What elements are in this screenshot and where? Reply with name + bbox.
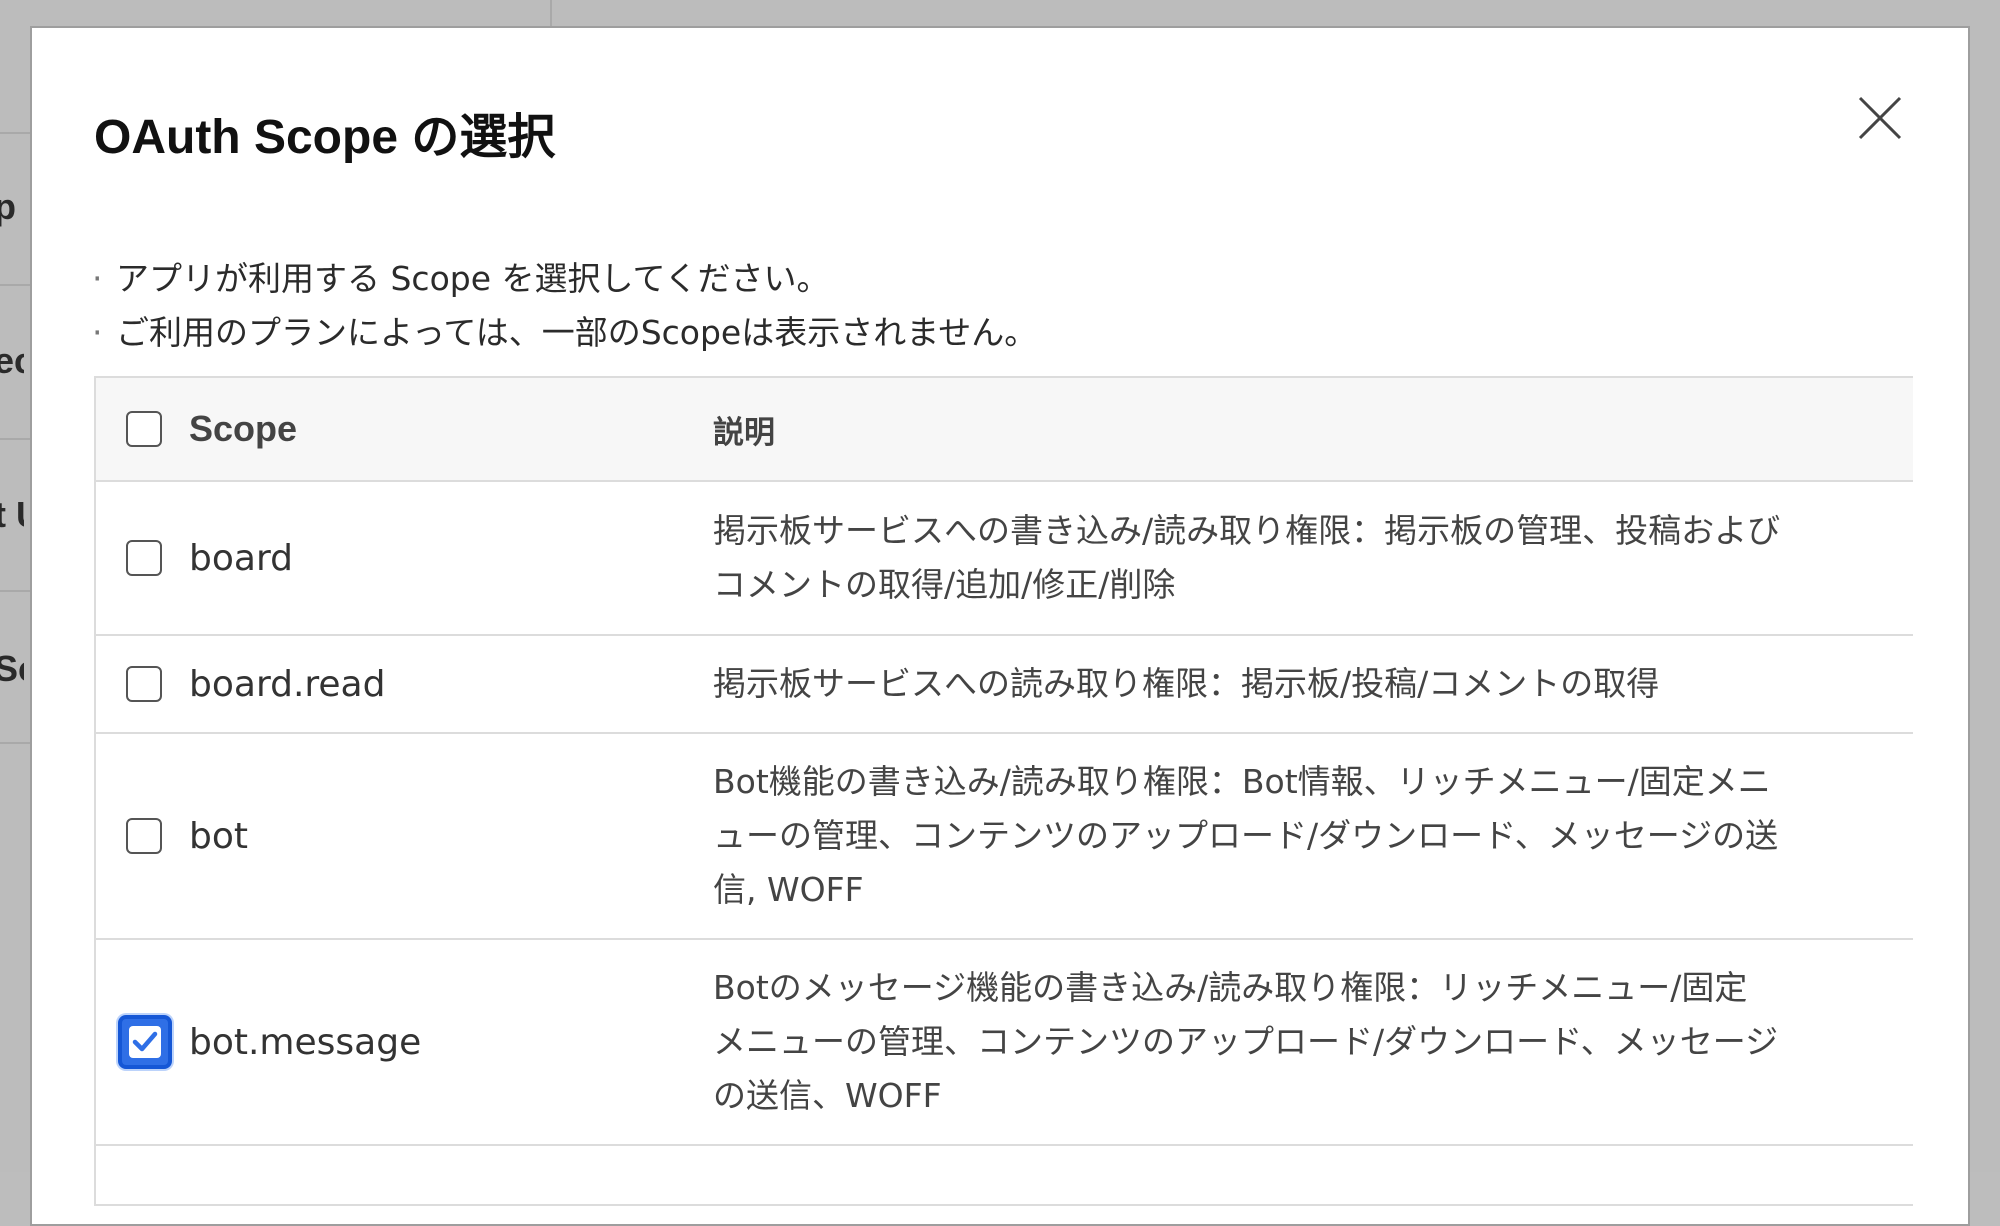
note-text: アプリが利用する Scope を選択してください。 bbox=[116, 259, 830, 298]
background-text-fragment: p bbox=[0, 186, 16, 227]
scope-description: 掲示板サービスへの読み取り権限：掲示板/投稿/コメントの取得 bbox=[713, 635, 1913, 734]
header-description: 説明 bbox=[713, 377, 1913, 482]
background-text-fragment: ec bbox=[0, 340, 24, 381]
note-item: · ご利用のプランによっては、一部のScopeは表示されません。 bbox=[92, 306, 1037, 360]
scope-cell: board.read bbox=[189, 635, 713, 734]
bullet-icon: · bbox=[92, 313, 103, 352]
scope-cell: bot bbox=[189, 733, 713, 940]
scope-table: Scope 説明 board 掲示板サービスへの書き込み/読み取り権限：掲示板の… bbox=[94, 376, 1913, 1206]
scope-name: bot bbox=[189, 815, 248, 857]
scope-cell: board bbox=[189, 481, 713, 636]
note-text: ご利用のプランによっては、一部のScopeは表示されません。 bbox=[116, 313, 1038, 352]
note-item: · アプリが利用する Scope を選択してください。 bbox=[92, 252, 1037, 306]
scope-name: bot.message bbox=[189, 1021, 422, 1063]
table-row: bot Bot機能の書き込み/読み取り権限：Bot情報、リッチメニュー/固定メニ… bbox=[95, 733, 1913, 940]
background-divider bbox=[0, 132, 30, 134]
header-check-cell bbox=[95, 377, 189, 482]
header-description-label: 説明 bbox=[713, 414, 775, 451]
background-divider bbox=[0, 284, 30, 286]
scope-name: board.read bbox=[189, 663, 386, 705]
modal-title: OAuth Scope の選択 bbox=[94, 111, 556, 164]
row-check-cell bbox=[95, 939, 189, 1146]
scope-cell: bot.message bbox=[189, 939, 713, 1146]
scope-name: board bbox=[189, 537, 293, 579]
row-check-cell bbox=[95, 481, 189, 636]
background-divider bbox=[0, 438, 30, 440]
close-button[interactable] bbox=[1854, 92, 1906, 144]
scope-checkbox-bot-message[interactable] bbox=[118, 1015, 172, 1069]
background-divider bbox=[550, 0, 552, 26]
table-row: board 掲示板サービスへの書き込み/読み取り権限：掲示板の管理、投稿および … bbox=[95, 481, 1913, 636]
background-text-fragment: t U bbox=[0, 494, 24, 536]
background-divider bbox=[0, 590, 30, 592]
scope-checkbox-board[interactable] bbox=[126, 540, 162, 576]
select-all-checkbox[interactable] bbox=[126, 411, 162, 447]
table-row: bot.message Botのメッセージ機能の書き込み/読み取り権限：リッチメ… bbox=[95, 939, 1913, 1146]
scope-description: 掲示板サービスへの書き込み/読み取り権限：掲示板の管理、投稿および コメントの取… bbox=[713, 481, 1913, 636]
header-scope-label: Scope bbox=[189, 408, 298, 449]
background-text-fragment: Sc bbox=[0, 648, 24, 689]
close-icon bbox=[1858, 96, 1902, 140]
oauth-scope-modal: OAuth Scope の選択 · アプリが利用する Scope を選択してくださ… bbox=[30, 26, 1970, 1226]
scope-description: Bot機能の書き込み/読み取り権限：Bot情報、リッチメニュー/固定メニ ューの… bbox=[713, 733, 1913, 940]
table-header-row: Scope 説明 bbox=[95, 377, 1913, 482]
scope-checkbox-bot[interactable] bbox=[126, 818, 162, 854]
table-row: board.read 掲示板サービスへの読み取り権限：掲示板/投稿/コメントの取… bbox=[95, 635, 1913, 734]
table-row bbox=[95, 1145, 1913, 1206]
background-divider bbox=[0, 742, 30, 744]
instruction-notes: · アプリが利用する Scope を選択してください。 · ご利用のプランによっては… bbox=[92, 252, 1037, 360]
bullet-icon: · bbox=[92, 259, 103, 298]
row-check-cell bbox=[95, 733, 189, 940]
row-check-cell bbox=[95, 635, 189, 734]
scope-description: Botのメッセージ機能の書き込み/読み取り権限：リッチメニュー/固定 メニューの… bbox=[713, 939, 1913, 1146]
header-scope: Scope bbox=[189, 377, 713, 482]
scope-checkbox-board-read[interactable] bbox=[126, 666, 162, 702]
checkmark-icon bbox=[132, 1031, 158, 1052]
